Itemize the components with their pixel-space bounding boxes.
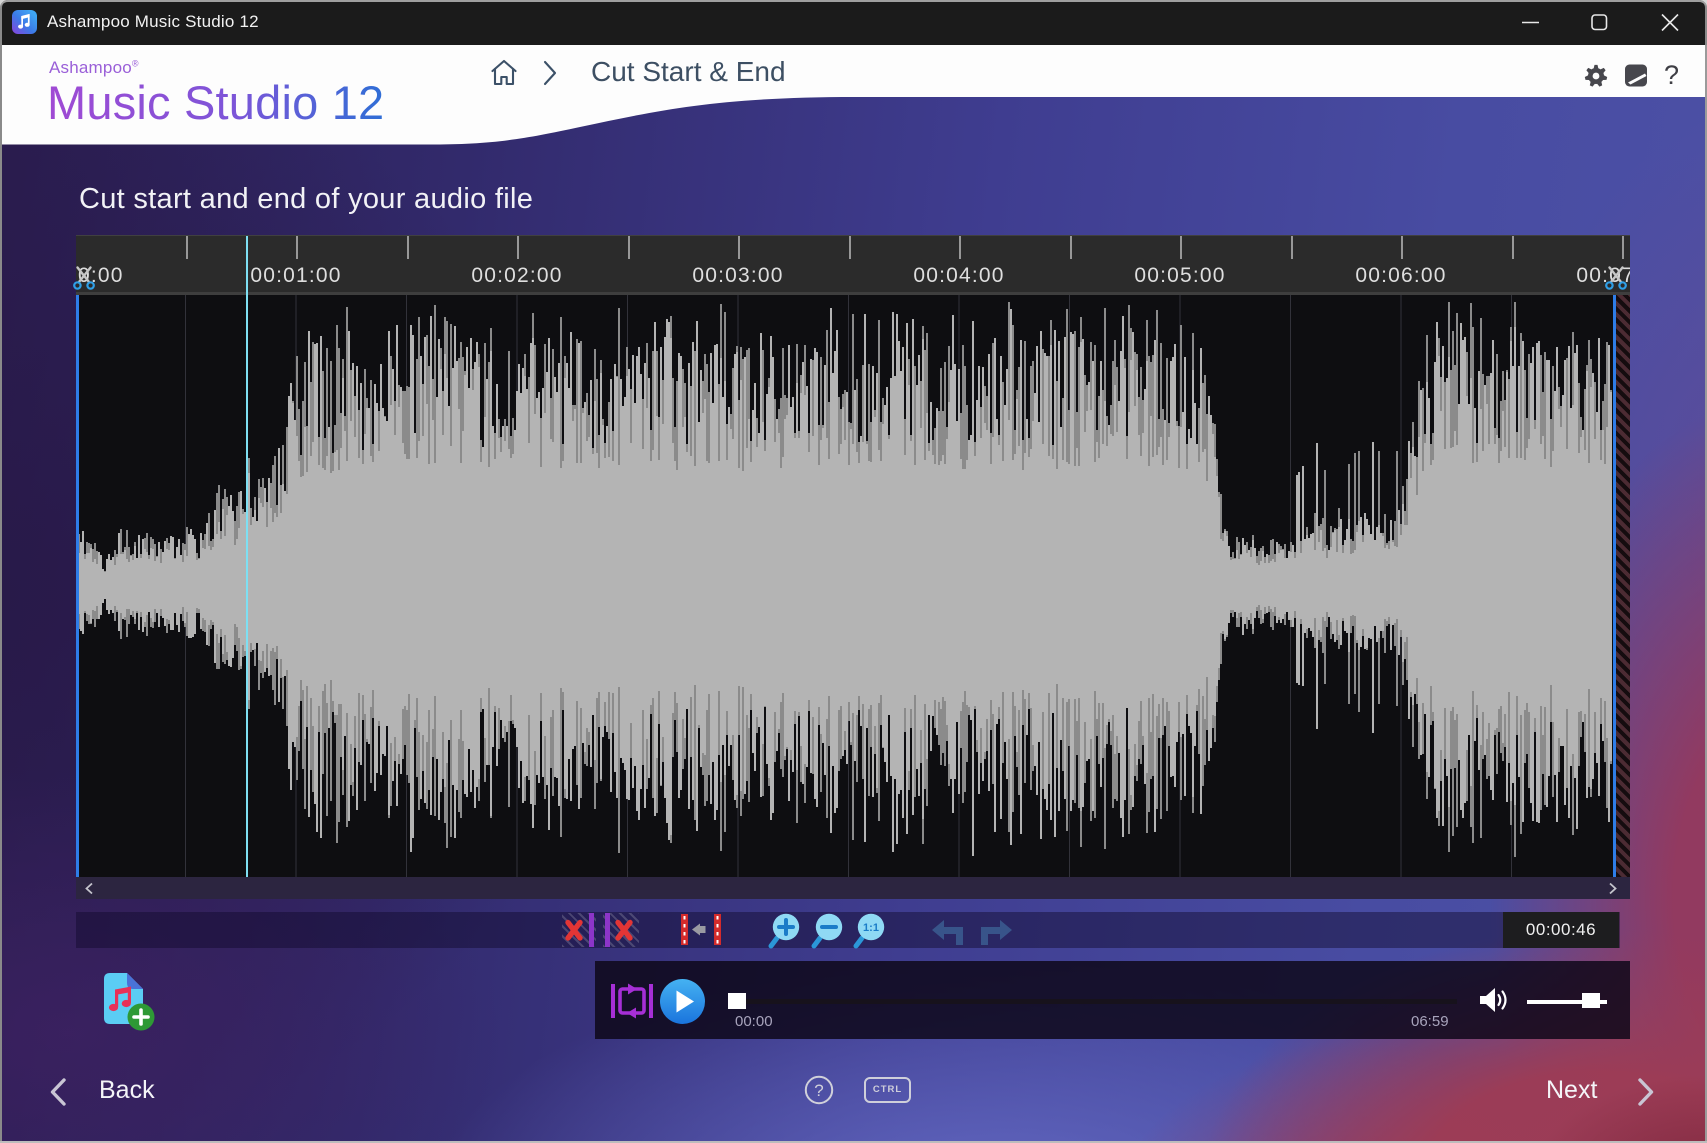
svg-text:1:1: 1:1 xyxy=(863,922,879,934)
svg-text:?: ? xyxy=(814,1081,823,1100)
